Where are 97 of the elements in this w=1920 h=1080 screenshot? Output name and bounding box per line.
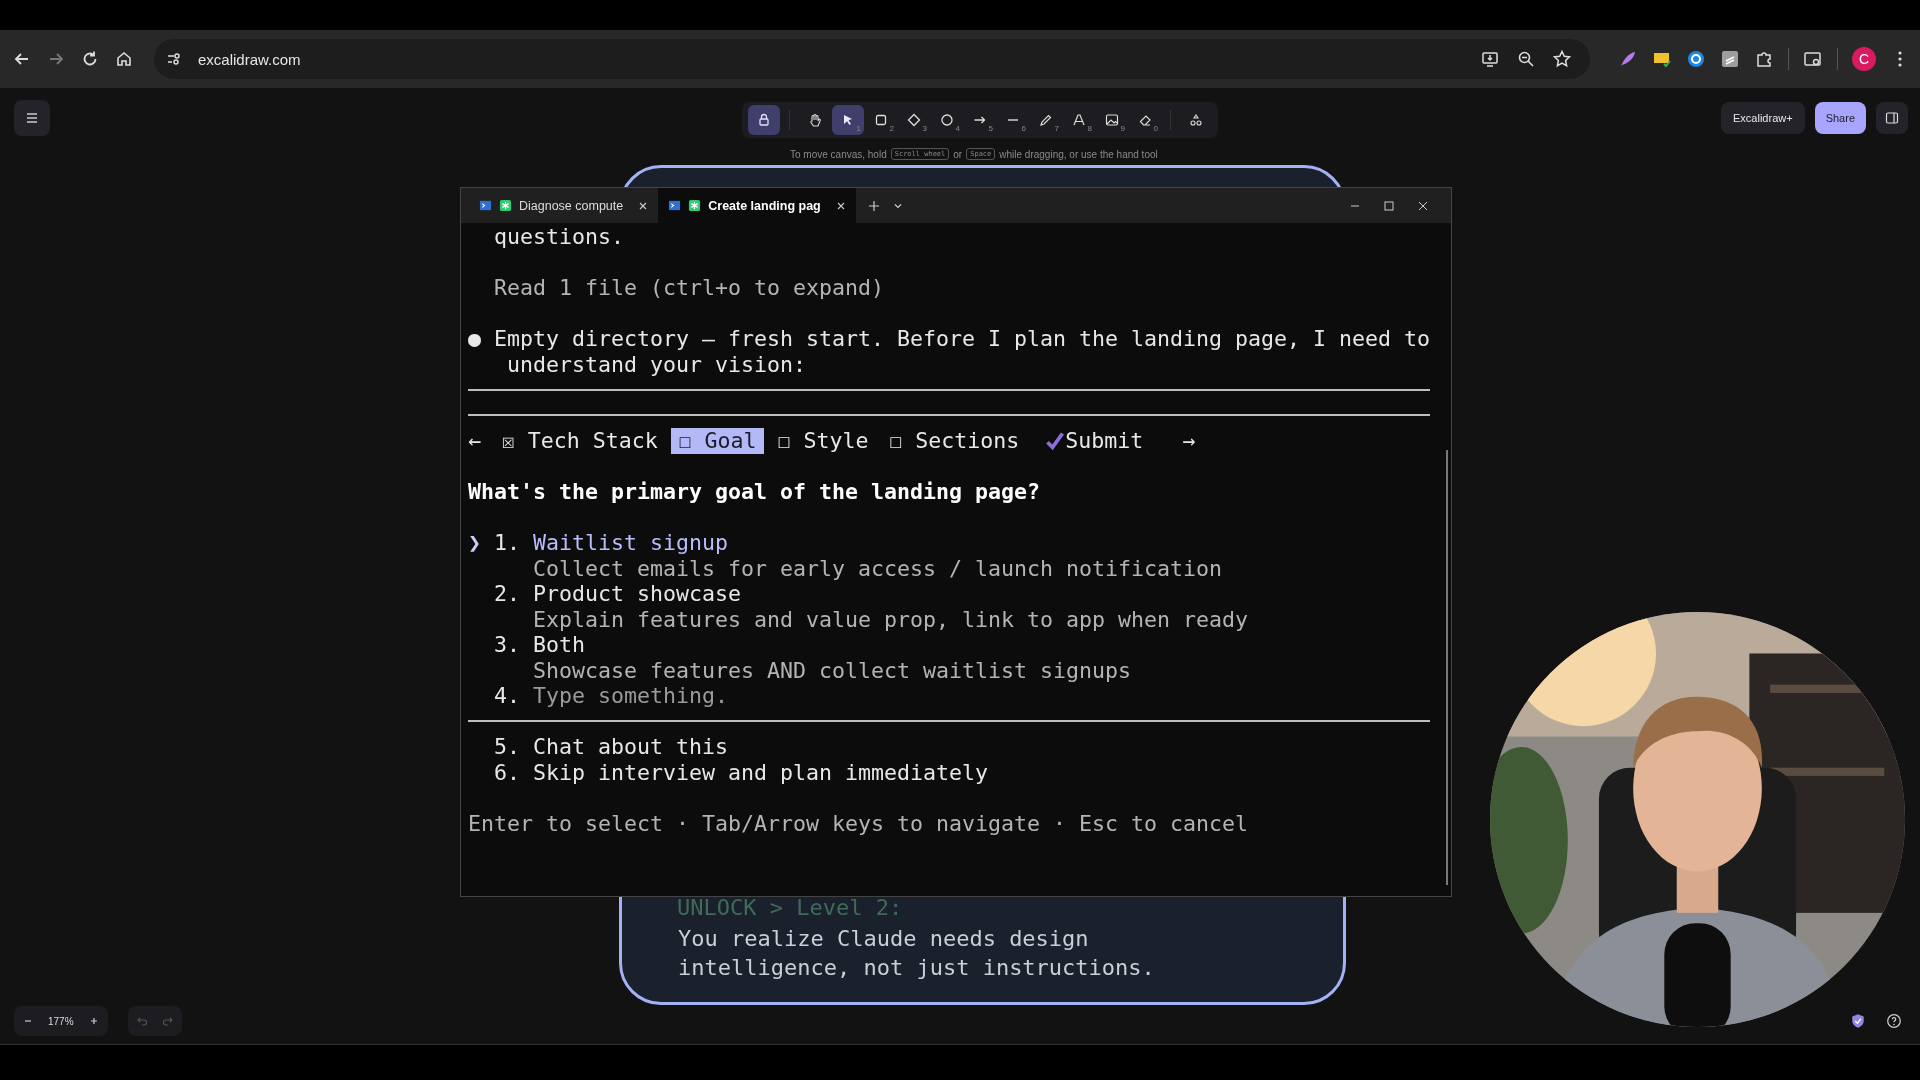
- card-text: You realize Claude needs design intelligence, not just instructions.: [677, 925, 1156, 982]
- lock-icon: [756, 112, 772, 128]
- text-tool[interactable]: 8: [1063, 105, 1095, 135]
- ellipse-icon: [939, 112, 955, 128]
- option-number: 6.: [494, 759, 521, 785]
- image-tool[interactable]: 9: [1096, 105, 1128, 135]
- rectangle-tool[interactable]: 2: [865, 105, 897, 135]
- option-label[interactable]: Chat about this: [533, 734, 728, 760]
- text-icon: [1071, 112, 1087, 128]
- home-icon[interactable]: [114, 49, 134, 69]
- shortcut-number: 8: [1087, 125, 1092, 133]
- output-text: questions.: [494, 224, 624, 250]
- arrow-tool[interactable]: 5: [964, 105, 996, 135]
- option-label[interactable]: Both: [533, 632, 585, 658]
- image-icon: [1104, 112, 1120, 128]
- hint-text: or: [953, 148, 963, 160]
- submit-tab[interactable]: Submit: [1065, 428, 1144, 454]
- step-tab[interactable]: ☐ Style: [769, 428, 877, 454]
- asterisk-icon: [499, 199, 512, 212]
- profile-avatar[interactable]: C: [1852, 47, 1876, 71]
- shell-icon: [479, 199, 492, 212]
- shortcut-number: 5: [988, 125, 993, 133]
- menu-icon: [24, 110, 40, 126]
- rectangle-icon: [873, 112, 889, 128]
- option-number: 2.: [494, 581, 521, 607]
- hint-text: while dragging, or use the hand tool: [999, 148, 1158, 160]
- close-icon[interactable]: [835, 200, 846, 211]
- assistant-message: Empty directory — fresh start. Before I plan the landing page, I need to understand your vision:: [494, 326, 1431, 377]
- pencil-tool[interactable]: 7: [1030, 105, 1062, 135]
- close-icon[interactable]: [638, 200, 649, 211]
- option-description: Collect emails for early access / launch notification: [533, 555, 1223, 581]
- address-bar[interactable]: excalidraw.com: [154, 39, 1590, 79]
- hand-icon: [807, 112, 823, 128]
- eraser-tool[interactable]: 0: [1129, 105, 1161, 135]
- back-arrow[interactable]: ←: [468, 428, 481, 454]
- ellipse-tool[interactable]: 4: [931, 105, 963, 135]
- sidebar-icon: [1884, 110, 1900, 126]
- notes-icon[interactable]: [1720, 49, 1740, 69]
- share-button[interactable]: Share: [1814, 102, 1866, 134]
- lock-button[interactable]: [748, 105, 780, 135]
- tab-search-icon[interactable]: [1803, 49, 1823, 69]
- check-icon: [1045, 430, 1066, 451]
- option-description: Explain features and value prop, link to app when ready: [533, 606, 1249, 632]
- shortcut-number: 7: [1054, 125, 1059, 133]
- sidebar-toggle-button[interactable]: [1876, 102, 1908, 134]
- line-icon: [1008, 119, 1018, 121]
- main-menu-button[interactable]: [14, 100, 50, 136]
- zoom-level[interactable]: 177%: [42, 1015, 80, 1027]
- circle-logo-icon[interactable]: [1686, 49, 1706, 69]
- option-number: 4.: [494, 683, 521, 709]
- next-arrow[interactable]: →: [1182, 428, 1196, 454]
- help-icon[interactable]: [1886, 1013, 1902, 1029]
- scrollbar[interactable]: [1446, 450, 1448, 885]
- feather-icon[interactable]: [1618, 49, 1638, 69]
- zoom-icon[interactable]: [1516, 49, 1536, 69]
- cursor-pointer: ❯: [468, 530, 481, 555]
- option-number: 3.: [494, 632, 521, 658]
- shortcut-number: 1: [856, 125, 861, 133]
- option-label[interactable]: Product showcase: [533, 581, 741, 607]
- question-text: What's the primary goal of the landing page?: [468, 479, 1041, 505]
- step-tab[interactable]: ☒ Tech Stack: [494, 428, 666, 454]
- excalidraw-plus-button[interactable]: Excalidraw+: [1721, 102, 1805, 134]
- option-label[interactable]: Skip interview and plan immediately: [533, 759, 989, 785]
- line-tool[interactable]: 6: [997, 105, 1029, 135]
- option-label[interactable]: Waitlist signup: [533, 530, 728, 556]
- asterisk-icon: [688, 199, 702, 212]
- diamond-tool[interactable]: 3: [898, 105, 930, 135]
- card-heading: UNLOCK > Level 2:: [677, 896, 904, 920]
- shortcut-number: 3: [922, 125, 927, 133]
- option-description: Showcase features AND collect waitlist signups: [533, 657, 1132, 683]
- hint-text: To move canvas, hold: [790, 148, 887, 160]
- star-icon[interactable]: [1552, 49, 1572, 69]
- step-tab[interactable]: ☐ Sections: [881, 428, 1027, 454]
- shortcut-number: 9: [1120, 125, 1125, 133]
- shield-icon[interactable]: [1850, 1013, 1866, 1029]
- shortcut-number: 4: [955, 125, 960, 133]
- close-icon[interactable]: [1417, 199, 1429, 212]
- shortcut-number: 6: [1021, 125, 1026, 133]
- step-tab[interactable]: ☐ Goal: [670, 428, 765, 454]
- shell-icon: [668, 199, 682, 212]
- new-tab-icon[interactable]: [867, 199, 880, 212]
- bullet-icon: ●: [468, 326, 494, 377]
- install-icon[interactable]: [1480, 49, 1500, 69]
- shortcut-number: 0: [1153, 125, 1158, 133]
- terminal-tab[interactable]: Create landing pag: [658, 188, 856, 223]
- puzzle-icon[interactable]: [1754, 49, 1774, 69]
- terminal-tab[interactable]: Diagnose compute: [469, 188, 659, 223]
- maximize-icon[interactable]: [1383, 199, 1395, 212]
- shortcut-number: 2: [889, 125, 894, 133]
- pencil-icon: [1038, 112, 1054, 128]
- tool-summary: Read 1 file (ctrl+o to expand): [494, 275, 885, 301]
- help-text: Enter to select · Tab/Arrow keys to navigate · Esc to cancel: [468, 810, 1249, 836]
- shapes-icon: [1188, 112, 1204, 128]
- diamond-icon: [906, 112, 922, 128]
- answer-input[interactable]: Type something.: [533, 683, 728, 709]
- option-number: 1.: [494, 530, 521, 556]
- option-number: 5.: [494, 734, 521, 760]
